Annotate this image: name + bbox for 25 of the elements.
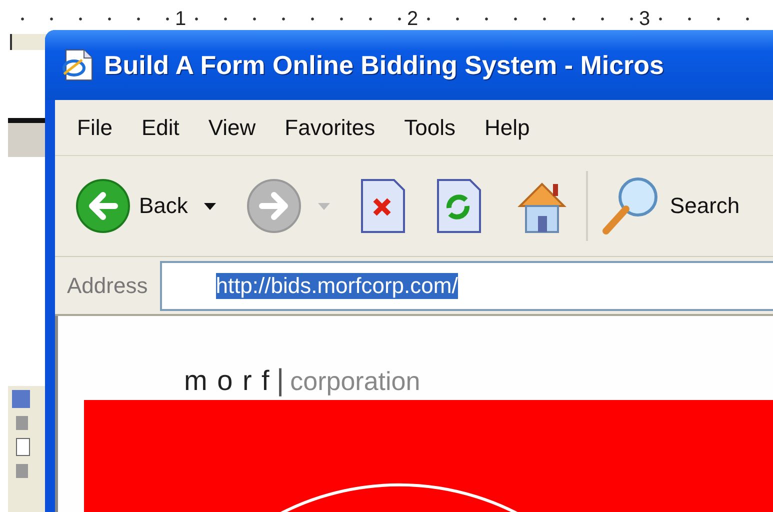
address-field[interactable]: http://bids.morfcorp.com/ — [160, 260, 773, 310]
back-button[interactable]: Back — [75, 178, 188, 234]
menu-item[interactable]: Help — [484, 114, 530, 140]
menu-item[interactable]: View — [208, 114, 256, 140]
url-text: http://bids.morfcorp.com/ — [216, 272, 458, 298]
forward-button[interactable] — [246, 178, 302, 234]
logo-text: corporation — [290, 366, 420, 397]
menu-item[interactable]: Tools — [404, 114, 456, 140]
menu-item[interactable]: File — [77, 114, 112, 140]
caret-icon[interactable] — [204, 202, 216, 210]
stop-button[interactable] — [360, 178, 406, 234]
refresh-button[interactable] — [436, 178, 482, 234]
search-button[interactable]: Search — [600, 175, 740, 237]
button-label: Back — [139, 193, 188, 219]
toolbar-strip — [8, 118, 46, 157]
menu-item[interactable]: Favorites — [284, 114, 376, 140]
stop-document-icon — [360, 178, 406, 234]
document-margin — [10, 34, 48, 50]
button-label: Search — [670, 193, 740, 219]
logo-wordmark: m o r f — [184, 365, 270, 397]
logo-divider: | — [276, 364, 284, 398]
address-label: Address — [67, 272, 148, 298]
refresh-document-icon — [436, 178, 482, 234]
menu-item[interactable]: Edit — [141, 114, 180, 140]
window-title: Build A Form Online Bidding System - Micros — [104, 50, 664, 80]
